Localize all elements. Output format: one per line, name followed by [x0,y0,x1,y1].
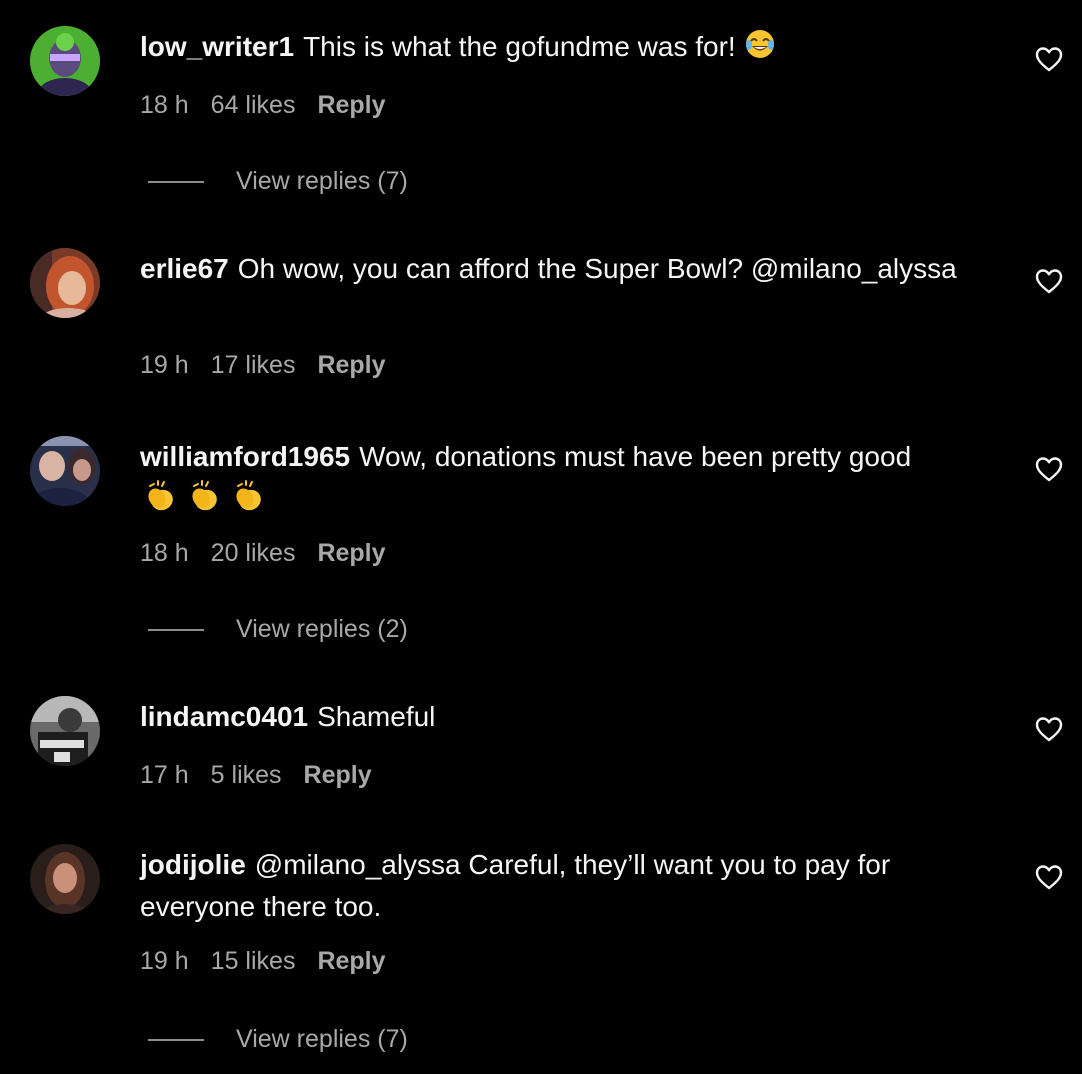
comment-username[interactable]: low_writer1 [140,31,294,62]
view-replies-button[interactable]: View replies (7) [148,165,408,197]
replies-divider [148,629,204,632]
comment-likes[interactable]: 64 likes [211,91,296,119]
comment-body: @milano_alyssa Careful, they’ll want you… [140,849,891,922]
comment-body: Wow, donations must have been pretty goo… [359,441,912,472]
reply-button[interactable]: Reply [317,947,385,975]
comment-time: 17 h [140,761,189,789]
clapping-hands-emoji [188,478,222,524]
comment-text: jodijolie @milano_alyssa Careful, they’ll… [140,844,1000,928]
comment-username[interactable]: erlie67 [140,253,229,284]
heart-outline-icon[interactable] [1034,455,1064,483]
reply-button[interactable]: Reply [304,761,372,789]
heart-outline-icon[interactable] [1034,45,1064,73]
comment-time: 18 h [140,91,189,119]
comment-text: erlie67 Oh wow, you can afford the Super … [140,248,1000,290]
replies-divider [148,181,204,184]
heart-outline-icon[interactable] [1034,715,1064,743]
avatar[interactable] [30,844,100,914]
comment-time: 18 h [140,539,189,567]
view-replies-button[interactable]: View replies (7) [148,1023,408,1055]
comment-time: 19 h [140,947,189,975]
avatar[interactable] [30,26,100,96]
comment-likes[interactable]: 17 likes [211,351,296,379]
clapping-hands-emoji [232,478,266,524]
view-replies-label[interactable]: View replies (7) [236,1025,408,1053]
reply-button[interactable]: Reply [317,351,385,379]
comment-likes[interactable]: 20 likes [211,539,296,567]
comment-username[interactable]: lindamc0401 [140,701,308,732]
reply-button[interactable]: Reply [317,91,385,119]
comment-likes[interactable]: 5 likes [211,761,282,789]
view-replies-label[interactable]: View replies (7) [236,167,408,195]
avatar[interactable] [30,696,100,766]
comment-text: williamford1965 Wow, donations must have … [140,436,1000,524]
tears-of-joy-emoji [744,28,776,72]
comment-meta: 19 h 17 likes Reply [140,349,408,381]
view-replies-label[interactable]: View replies (2) [236,615,408,643]
comment-body: This is what the gofundme was for! [303,31,736,62]
replies-divider [148,1039,204,1042]
comment-username[interactable]: williamford1965 [140,441,350,472]
comment-username[interactable]: jodijolie [140,849,246,880]
avatar[interactable] [30,436,100,506]
comment-meta: 18 h 20 likes Reply [140,537,408,569]
comment-meta: 17 h 5 likes Reply [140,759,394,791]
heart-outline-icon[interactable] [1034,863,1064,891]
avatar[interactable] [30,248,100,318]
comment-body: Shameful [317,701,436,732]
comment-body: Oh wow, you can afford the Super Bowl? @… [237,253,957,284]
comment-likes[interactable]: 15 likes [211,947,296,975]
comment-meta: 18 h 64 likes Reply [140,89,408,121]
heart-outline-icon[interactable] [1034,267,1064,295]
comment-time: 19 h [140,351,189,379]
comment-meta: 19 h 15 likes Reply [140,945,408,977]
comment-text: lindamc0401 Shameful [140,696,1000,738]
comment-text: low_writer1 This is what the gofundme was… [140,26,1000,72]
reply-button[interactable]: Reply [317,539,385,567]
view-replies-button[interactable]: View replies (2) [148,613,408,645]
clapping-hands-emoji [144,478,178,524]
